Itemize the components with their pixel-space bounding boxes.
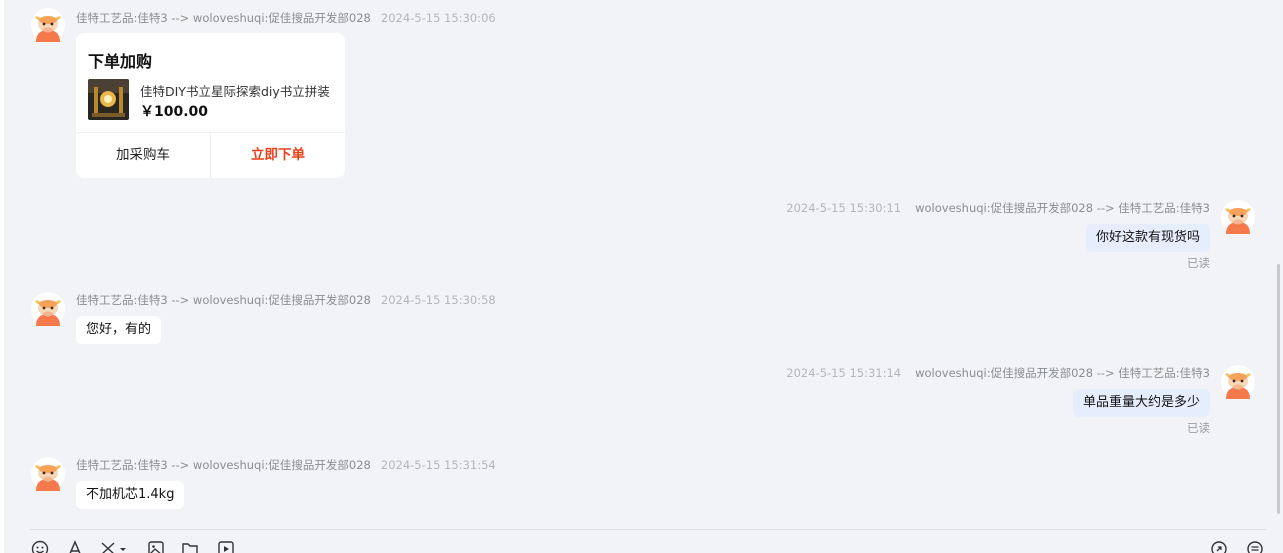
read-status: 已读 (1187, 256, 1210, 270)
video-icon[interactable] (217, 540, 235, 553)
left-edge (0, 0, 4, 553)
product-thumbnail[interactable] (88, 79, 129, 120)
read-status: 已读 (1187, 421, 1210, 435)
sender-label: 佳特工艺品:佳特3 --> woloveshuqi:促佳搜品开发部028 (76, 458, 371, 472)
buyer-avatar[interactable] (1221, 200, 1255, 234)
timestamp: 2024-5-15 15:31:54 (380, 458, 496, 472)
sender-label: 佳特工艺品:佳特3 --> woloveshuqi:促佳搜品开发部028 (76, 11, 371, 25)
message-header: 佳特工艺品:佳特3 --> woloveshuqi:促佳搜品开发部028 2024… (76, 457, 496, 473)
image-icon[interactable] (147, 540, 165, 553)
order-card: 下单加购 佳特DIY书立星际探索diy书立拼装 ￥100.00 加采购车 立即下… (76, 33, 345, 178)
sender-label: woloveshuqi:促佳搜品开发部028 --> 佳特工艺品:佳特3 (915, 201, 1210, 215)
product-name[interactable]: 佳特DIY书立星际探索diy书立拼装 (140, 81, 335, 100)
message-bubble[interactable]: 您好，有的 (76, 316, 162, 344)
seller-avatar[interactable] (31, 457, 65, 491)
emoji-icon[interactable] (31, 540, 49, 553)
product-price: ￥100.00 (140, 104, 209, 120)
sender-label: 佳特工艺品:佳特3 --> woloveshuqi:促佳搜品开发部028 (76, 293, 371, 307)
folder-icon[interactable] (181, 540, 199, 553)
timestamp: 2024-5-15 15:30:11 (786, 201, 902, 215)
order-now-button[interactable]: 立即下单 (211, 133, 345, 178)
refresh-icon[interactable] (1210, 540, 1228, 553)
message-bubble[interactable]: 不加机芯1.4kg (76, 481, 185, 509)
add-to-cart-button[interactable]: 加采购车 (76, 133, 210, 178)
message-header: 佳特工艺品:佳特3 --> woloveshuqi:促佳搜品开发部028 2024… (76, 292, 496, 308)
seller-avatar[interactable] (31, 292, 65, 326)
buyer-avatar[interactable] (1221, 365, 1255, 399)
message-bubble[interactable]: 单品重量大约是多少 (1072, 389, 1210, 417)
message-header: 2024-5-15 15:31:14 woloveshuqi:促佳搜品开发部028… (786, 365, 1210, 381)
sender-label: woloveshuqi:促佳搜品开发部028 --> 佳特工艺品:佳特3 (915, 366, 1210, 380)
timestamp: 2024-5-15 15:31:14 (786, 366, 902, 380)
seller-avatar[interactable] (31, 8, 65, 42)
font-icon[interactable] (66, 540, 84, 553)
timestamp: 2024-5-15 15:30:58 (380, 293, 496, 307)
quick-reply-icon[interactable] (1246, 540, 1264, 553)
message-bubble[interactable]: 你好这款有现货吗 (1085, 224, 1210, 252)
input-divider (30, 529, 1266, 530)
card-title: 下单加购 (88, 52, 153, 71)
scissors-icon[interactable] (100, 540, 128, 553)
timestamp: 2024-5-15 15:30:06 (380, 11, 496, 25)
message-header: 2024-5-15 15:30:11 woloveshuqi:促佳搜品开发部028… (786, 200, 1210, 216)
scrollbar[interactable] (1277, 264, 1280, 514)
message-header: 佳特工艺品:佳特3 --> woloveshuqi:促佳搜品开发部028 2024… (76, 10, 496, 26)
